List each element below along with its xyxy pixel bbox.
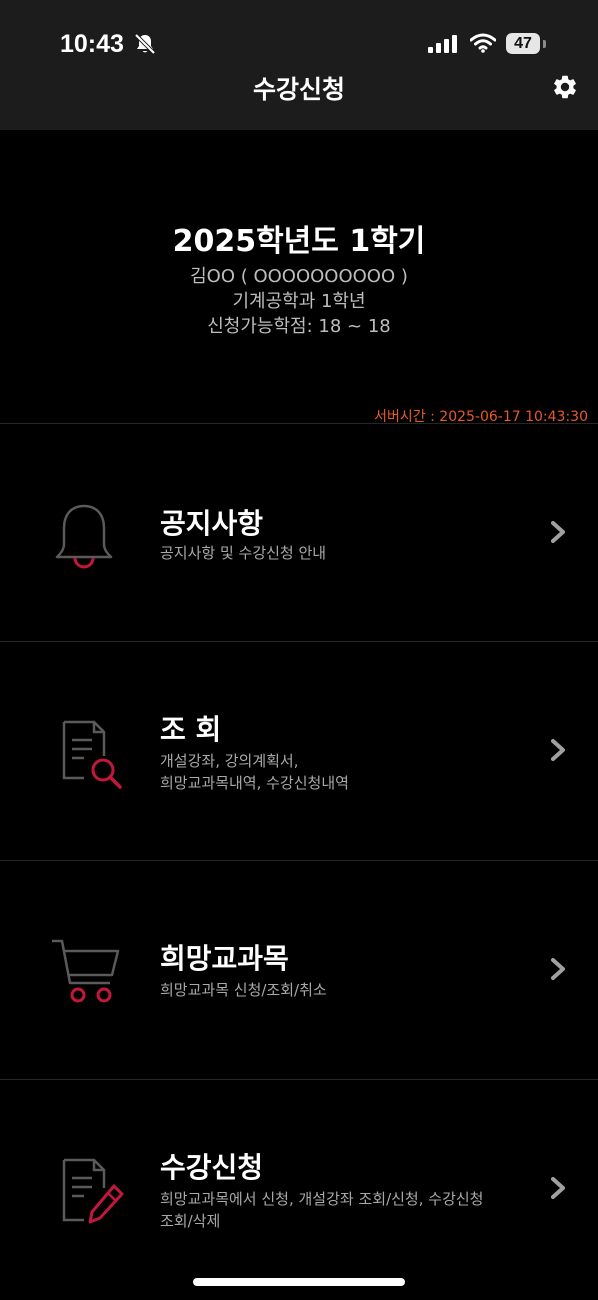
- bell-slash-icon: [134, 33, 156, 55]
- menu-item-notice[interactable]: 공지사항 공지사항 및 수강신청 안내: [0, 424, 598, 642]
- semester-title: 2025학년도 1학기: [172, 224, 426, 259]
- menu-desc-inquiry-line1: 개설강좌, 강의계획서,: [160, 752, 299, 770]
- status-time: 10:43: [60, 30, 124, 58]
- cellular-signal-icon: [428, 35, 457, 53]
- battery-level: 47: [506, 33, 540, 54]
- menu-item-registration[interactable]: 수강신청 희망교과목에서 신청, 개설강좌 조회/신청, 수강신청 조회/삭제: [0, 1080, 598, 1298]
- student-department: 기계공학과 1학년: [232, 291, 366, 312]
- available-credits: 신청가능학점: 18 ~ 18: [207, 316, 391, 337]
- wifi-icon: [470, 33, 496, 53]
- bell-icon: [55, 504, 113, 569]
- menu-item-inquiry[interactable]: 조 회 개설강좌, 강의계획서, 희망교과목내역, 수강신청내역: [0, 642, 598, 860]
- menu-title-inquiry: 조 회: [160, 713, 222, 746]
- chevron-right-icon: [551, 1177, 565, 1199]
- menu-desc-wishlist: 희망교과목 신청/조회/취소: [160, 981, 327, 999]
- menu-desc-notice: 공지사항 및 수강신청 안내: [160, 544, 327, 562]
- chevron-right-icon: [551, 958, 565, 980]
- chevron-right-icon: [551, 739, 565, 761]
- gear-icon[interactable]: [551, 73, 579, 101]
- menu-title-registration: 수강신청: [160, 1151, 264, 1184]
- menu-desc-registration-line2: 조회/삭제: [160, 1212, 221, 1230]
- menu-item-wishlist[interactable]: 희망교과목 희망교과목 신청/조회/취소: [0, 861, 598, 1079]
- document-edit-icon: [62, 1158, 124, 1224]
- home-indicator[interactable]: [193, 1278, 405, 1286]
- student-name-id: 김OO ( OOOOOOOOOO ): [190, 266, 408, 287]
- menu-title-wishlist: 희망교과목: [160, 942, 289, 975]
- top-bar: 10:43 47 수강신청: [0, 0, 598, 130]
- menu-desc-inquiry-line2: 희망교과목내역, 수강신청내역: [160, 774, 349, 792]
- page-title: 수강신청: [252, 75, 345, 104]
- battery-icon: 47: [506, 33, 546, 54]
- menu-desc-registration-line1: 희망교과목에서 신청, 개설강좌 조회/신청, 수강신청: [160, 1190, 484, 1208]
- menu-title-notice: 공지사항: [160, 507, 264, 540]
- chevron-right-icon: [551, 521, 565, 543]
- document-search-icon: [62, 720, 122, 789]
- shopping-cart-icon: [52, 939, 120, 1003]
